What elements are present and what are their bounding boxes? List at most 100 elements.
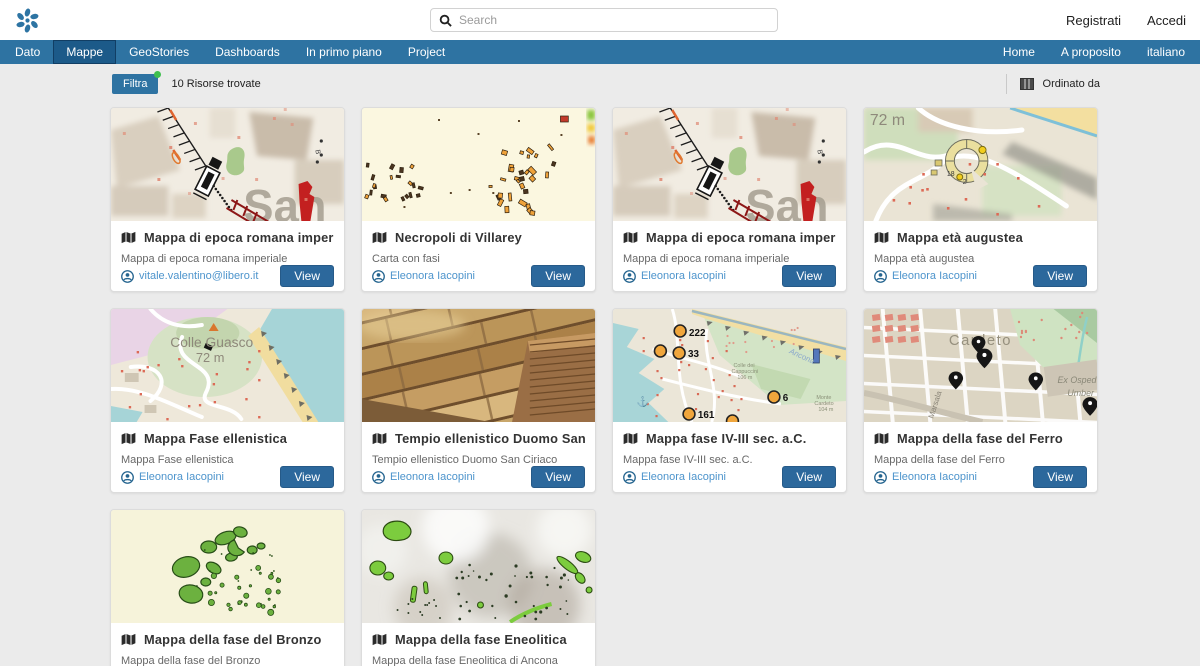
card-title[interactable]: Mappa fase IV-III sec. a.C. [646, 431, 806, 446]
svg-text:72 m: 72 m [196, 350, 225, 365]
view-button[interactable]: View [531, 466, 585, 488]
card-subtitle: Mappa di epoca romana imperiale [121, 253, 334, 265]
author-name: Eleonora Iacopini [892, 270, 977, 282]
register-link[interactable]: Registrati [1066, 13, 1121, 28]
map-icon [623, 231, 638, 244]
svg-text:Ex Osped: Ex Osped [1058, 375, 1097, 385]
main-navbar: DatoMappeGeoStoriesDashboardsIn primo pi… [0, 40, 1200, 64]
resource-card: 18 2 72 m Mappa età augustea Mappa età a… [863, 107, 1098, 292]
resource-grid: San B Mappa di epoca romana imperiale [110, 107, 1096, 666]
author-name: Eleonora Iacopini [390, 471, 475, 483]
map-thumbnail[interactable]: Cardeto Ex Osped Umber Marsala [864, 309, 1097, 422]
sort-control[interactable]: Ordinato da [1006, 74, 1100, 94]
svg-text:104 m: 104 m [818, 407, 834, 413]
view-button[interactable]: View [280, 265, 334, 287]
resource-card: Cardeto Ex Osped Umber Marsala Mappa del… [863, 308, 1098, 493]
svg-text:222: 222 [689, 328, 706, 339]
author-link[interactable]: Eleonora Iacopini [623, 471, 726, 484]
author-link[interactable]: Eleonora Iacopini [874, 270, 977, 283]
card-title[interactable]: Mappa età augustea [897, 230, 1023, 245]
map-thumbnail[interactable] [362, 510, 595, 623]
login-link[interactable]: Accedi [1147, 13, 1186, 28]
nav-item-italiano[interactable]: italiano [1134, 40, 1198, 64]
search-box [430, 8, 778, 32]
author-link[interactable]: Eleonora Iacopini [121, 471, 224, 484]
map-thumbnail[interactable] [111, 510, 344, 623]
svg-text:161: 161 [698, 410, 715, 421]
svg-text:106 m: 106 m [737, 375, 753, 381]
card-title[interactable]: Mappa della fase del Bronzo [144, 632, 321, 647]
author-name: Eleonora Iacopini [892, 471, 977, 483]
results-count: 10 Risorse trovate [171, 78, 260, 90]
resource-card: Necropoli di Villarey Carta con fasi Ele… [361, 107, 596, 292]
nav-item-geostories[interactable]: GeoStories [116, 40, 202, 64]
author-name: Eleonora Iacopini [139, 471, 224, 483]
view-button[interactable]: View [280, 466, 334, 488]
view-button[interactable]: View [1033, 466, 1087, 488]
map-thumbnail[interactable] [362, 309, 595, 422]
svg-text:72 m: 72 m [870, 112, 905, 129]
map-thumbnail[interactable]: ⚓ Ancona Colle dei Cappuccini 106 m Mont… [613, 309, 846, 422]
card-subtitle: Mappa di epoca romana imperiale [623, 253, 836, 265]
author-avatar-icon [623, 471, 636, 484]
view-button[interactable]: View [1033, 265, 1087, 287]
view-button[interactable]: View [531, 265, 585, 287]
svg-text:2: 2 [963, 179, 967, 186]
navbar-left: DatoMappeGeoStoriesDashboardsIn primo pi… [2, 40, 458, 64]
view-button[interactable]: View [782, 466, 836, 488]
geonode-logo-icon[interactable] [14, 7, 41, 34]
map-thumbnail[interactable]: San B [111, 108, 344, 221]
svg-text:Colle Guasco: Colle Guasco [170, 334, 253, 350]
author-name: Eleonora Iacopini [390, 270, 475, 282]
map-icon [623, 432, 638, 445]
nav-item-mappe[interactable]: Mappe [53, 40, 116, 64]
author-avatar-icon [372, 471, 385, 484]
search-input[interactable] [459, 13, 769, 27]
cards-grid-icon [1020, 78, 1034, 90]
map-icon [121, 633, 136, 646]
nav-item-dashboards[interactable]: Dashboards [202, 40, 293, 64]
author-link[interactable]: Eleonora Iacopini [372, 270, 475, 283]
nav-item-a-proposito[interactable]: A proposito [1048, 40, 1134, 64]
card-title[interactable]: Mappa della fase Eneolitica [395, 632, 567, 647]
author-name: vitale.valentino@libero.it [139, 270, 258, 282]
author-avatar-icon [874, 471, 887, 484]
card-title[interactable]: Necropoli di Villarey [395, 230, 522, 245]
map-thumbnail[interactable]: 18 2 72 m [864, 108, 1097, 221]
author-link[interactable]: Eleonora Iacopini [874, 471, 977, 484]
resource-card: Colle Guasco 72 m Mappa Fase ellenistica… [110, 308, 345, 493]
sort-label: Ordinato da [1043, 78, 1100, 90]
author-link[interactable]: Eleonora Iacopini [372, 471, 475, 484]
svg-text:Umber: Umber [1067, 388, 1095, 398]
card-title[interactable]: Mappa Fase ellenistica [144, 431, 287, 446]
filter-bar: Filtra 10 Risorse trovate Ordinato da [0, 64, 1200, 95]
card-title[interactable]: Mappa di epoca romana imperiale [646, 230, 836, 245]
nav-item-project[interactable]: Project [395, 40, 458, 64]
card-subtitle: Tempio ellenistico Duomo San Ciriaco [372, 454, 585, 466]
map-thumbnail[interactable]: San B [613, 108, 846, 221]
top-header: Registrati Accedi [0, 0, 1200, 40]
card-title[interactable]: Tempio ellenistico Duomo San Ciriaco [395, 431, 585, 446]
view-button[interactable]: View [782, 265, 836, 287]
card-subtitle: Carta con fasi [372, 253, 585, 265]
card-subtitle: Mappa della fase del Ferro [874, 454, 1087, 466]
author-link[interactable]: vitale.valentino@libero.it [121, 270, 258, 283]
map-icon [874, 231, 889, 244]
card-subtitle: Mappa età augustea [874, 253, 1087, 265]
search-icon [439, 14, 452, 27]
nav-item-home[interactable]: Home [990, 40, 1048, 64]
filter-button[interactable]: Filtra [112, 74, 158, 94]
resource-card: Tempio ellenistico Duomo San Ciriaco Tem… [361, 308, 596, 493]
page: Registrati Accedi DatoMappeGeoStoriesDas… [0, 0, 1200, 666]
card-title[interactable]: Mappa di epoca romana imperiale [144, 230, 334, 245]
nav-item-in-primo-piano[interactable]: In primo piano [293, 40, 395, 64]
map-thumbnail[interactable] [362, 108, 595, 221]
map-icon [874, 432, 889, 445]
nav-item-dato[interactable]: Dato [2, 40, 53, 64]
author-avatar-icon [121, 471, 134, 484]
map-thumbnail[interactable]: Colle Guasco 72 m [111, 309, 344, 422]
author-link[interactable]: Eleonora Iacopini [623, 270, 726, 283]
card-title[interactable]: Mappa della fase del Ferro [897, 431, 1063, 446]
author-avatar-icon [623, 270, 636, 283]
card-subtitle: Mappa della fase del Bronzo [121, 655, 334, 666]
